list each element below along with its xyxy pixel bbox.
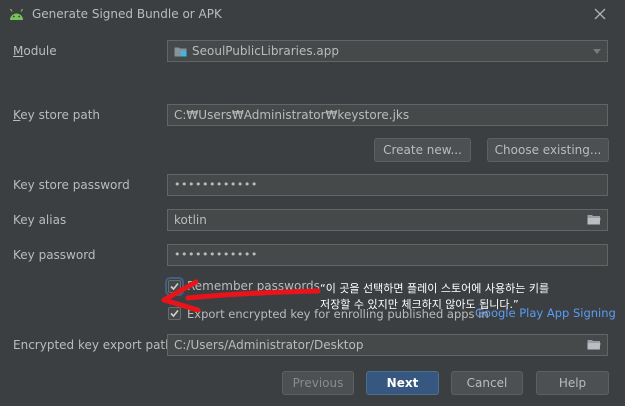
- cancel-button[interactable]: Cancel: [451, 371, 523, 395]
- module-label-text: odule: [23, 44, 57, 58]
- folder-icon[interactable]: [587, 339, 601, 350]
- key-password-value: ••••••••••••: [174, 248, 258, 261]
- key-alias-field[interactable]: kotlin: [167, 209, 608, 231]
- key-store-path-field[interactable]: C:₩Users₩Administrator₩keystore.jks: [167, 104, 608, 126]
- key-alias-value: kotlin: [174, 213, 207, 227]
- previous-button[interactable]: Previous: [282, 371, 354, 395]
- key-store-password-value: ••••••••••••: [174, 178, 258, 191]
- annotation-note: “이 곳을 선택하면 플레이 스토어에 사용하는 키를 저장할 수 있지만 체크…: [320, 281, 600, 313]
- annotation-line-1: “이 곳을 선택하면 플레이 스토어에 사용하는 키를: [320, 282, 550, 295]
- create-new-label: Create new...: [383, 143, 462, 157]
- key-alias-label: Key alias: [13, 213, 67, 227]
- key-store-path-label-text: ey store path: [20, 108, 101, 122]
- encrypted-key-export-path-field[interactable]: C:/Users/Administrator/Desktop: [167, 334, 608, 356]
- choose-existing-button[interactable]: Choose existing...: [487, 138, 609, 162]
- previous-label: Previous: [292, 376, 344, 390]
- key-store-path-value: C:₩Users₩Administrator₩keystore.jks: [174, 108, 410, 122]
- key-password-field[interactable]: ••••••••••••: [167, 244, 608, 266]
- encrypted-key-export-path-label: Encrypted key export path: [13, 338, 173, 352]
- close-icon[interactable]: [594, 8, 606, 20]
- module-select[interactable]: SeoulPublicLibraries.app: [167, 40, 608, 62]
- key-store-path-label: Key store path: [13, 108, 101, 122]
- help-label: Help: [558, 376, 587, 390]
- chevron-down-icon[interactable]: [593, 49, 601, 54]
- help-button[interactable]: Help: [536, 371, 609, 395]
- title-bar: Generate Signed Bundle or APK: [0, 0, 625, 31]
- folder-icon[interactable]: [587, 214, 601, 225]
- next-label: Next: [386, 376, 419, 390]
- key-store-password-label: Key store password: [13, 178, 130, 192]
- module-label: Module: [13, 44, 57, 58]
- window-title: Generate Signed Bundle or APK: [32, 7, 222, 21]
- red-arrow-annotation: [161, 279, 321, 312]
- encrypted-key-export-path-value: C:/Users/Administrator/Desktop: [174, 338, 364, 352]
- module-value: SeoulPublicLibraries.app: [192, 44, 340, 58]
- create-new-button[interactable]: Create new...: [374, 138, 471, 162]
- key-password-label: Key password: [13, 248, 96, 262]
- android-icon: [9, 8, 24, 20]
- annotation-line-2: 저장할 수 있지만 체크하지 않아도 됩니다.”: [320, 298, 519, 311]
- cancel-label: Cancel: [466, 376, 508, 390]
- choose-existing-label: Choose existing...: [494, 143, 602, 157]
- key-store-password-field[interactable]: ••••••••••••: [167, 174, 608, 196]
- folder-module-icon: [174, 47, 187, 57]
- next-button[interactable]: Next: [366, 371, 439, 395]
